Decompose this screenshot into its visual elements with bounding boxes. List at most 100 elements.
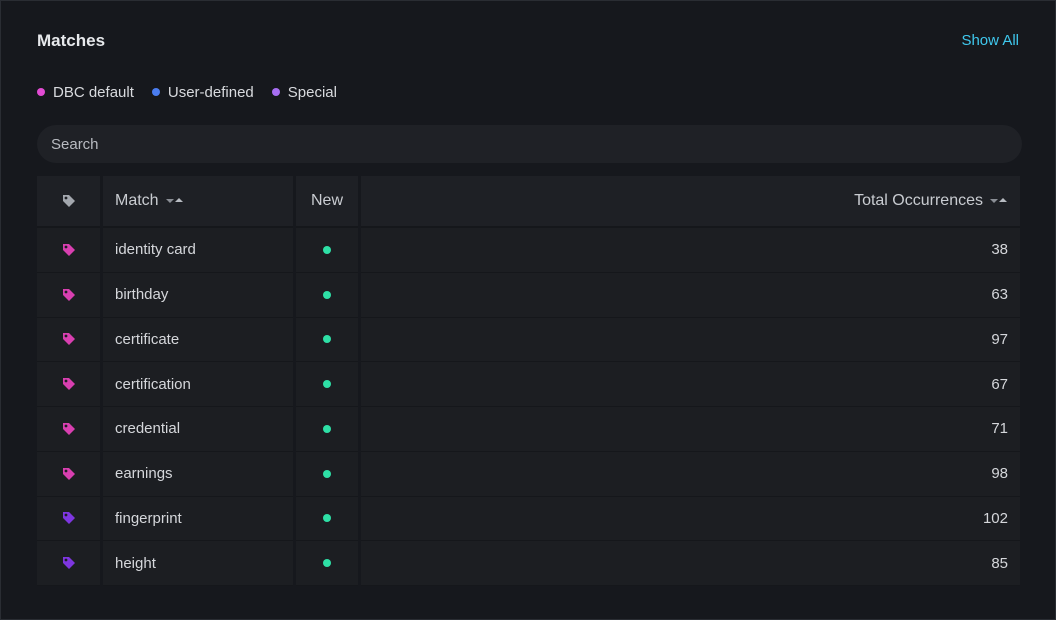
tag-cell: [37, 272, 100, 318]
new-status-dot-icon: [323, 424, 331, 433]
matches-panel: Matches Show All DBC default User-define…: [0, 0, 1056, 620]
total-occurrences-value: 98: [991, 465, 1008, 483]
new-header-label: New: [310, 192, 343, 209]
new-cell: [296, 451, 358, 497]
match-text: certificate: [115, 330, 180, 348]
panel-title: Matches: [37, 31, 106, 50]
search-input[interactable]: [37, 125, 1022, 163]
new-status-dot-icon: [323, 514, 331, 523]
match-text: certification: [115, 375, 191, 393]
tag-column-header: [37, 176, 100, 228]
new-status-dot-icon: [323, 245, 331, 254]
new-cell: [296, 541, 358, 586]
tag-icon: [62, 195, 75, 207]
table-row[interactable]: identity card 38: [37, 228, 1020, 273]
total-occurrences-cell: 102: [361, 496, 1020, 542]
match-cell: certification: [103, 362, 293, 407]
total-occurrences-cell: 97: [361, 317, 1020, 363]
tag-cell: [37, 541, 100, 586]
table-row[interactable]: birthday 63: [37, 272, 1020, 318]
total-occurrences-cell: 98: [361, 451, 1020, 497]
tag-cell: [37, 407, 100, 452]
legend-label: User-defined: [167, 83, 254, 101]
table-row[interactable]: earnings 98: [37, 451, 1020, 497]
tag-cell: [37, 228, 100, 273]
legend-item-special: Special: [271, 83, 337, 101]
match-cell: credential: [103, 407, 293, 452]
total-occurrences-value: 97: [991, 330, 1008, 348]
new-cell: [296, 496, 358, 542]
tag-icon: [62, 378, 75, 391]
table-row[interactable]: certificate 97: [37, 317, 1020, 363]
tag-icon: [62, 422, 75, 435]
new-cell: [296, 272, 358, 318]
tag-icon: [62, 333, 75, 346]
total-occurrences-value: 85: [991, 554, 1008, 572]
dbc-default-dot-icon: [37, 88, 45, 96]
total-occurrences-cell: 67: [361, 362, 1020, 407]
match-cell: identity card: [103, 228, 293, 273]
sort-icon[interactable]: [990, 196, 1008, 206]
sort-icon[interactable]: [165, 196, 184, 206]
total-occurrences-cell: 71: [361, 407, 1020, 452]
match-column-header[interactable]: Match: [103, 176, 293, 228]
tag-icon: [62, 512, 75, 525]
table-header-row: Match New Total Occurrences: [37, 176, 1020, 228]
match-text: birthday: [115, 286, 169, 304]
legend: DBC default User-defined Special: [37, 83, 355, 101]
user-defined-dot-icon: [151, 88, 160, 96]
match-cell: birthday: [103, 272, 293, 318]
tag-icon: [62, 557, 75, 570]
new-status-dot-icon: [323, 290, 331, 299]
total-occurrences-value: 102: [982, 509, 1008, 527]
tag-cell: [37, 362, 100, 407]
total-header-label: Total Occurrences: [854, 192, 983, 209]
special-dot-icon: [271, 88, 280, 96]
total-occurrences-value: 63: [991, 286, 1008, 304]
table-row[interactable]: height 85: [37, 541, 1020, 586]
match-cell: certificate: [103, 317, 293, 363]
new-status-dot-icon: [323, 469, 331, 478]
table-body: identity card 38 birthday 63 certificate…: [37, 228, 1020, 586]
table-row[interactable]: certification 67: [37, 362, 1020, 407]
total-occurrences-value: 38: [991, 241, 1008, 259]
legend-label: DBC default: [53, 83, 134, 101]
match-text: earnings: [115, 465, 173, 483]
tag-icon: [62, 467, 75, 480]
match-text: credential: [115, 420, 181, 438]
total-occurrences-column-header[interactable]: Total Occurrences: [361, 176, 1020, 228]
total-occurrences-value: 71: [991, 420, 1008, 438]
new-cell: [296, 228, 358, 273]
new-cell: [296, 407, 358, 452]
tag-cell: [37, 496, 100, 542]
match-text: height: [115, 554, 156, 572]
match-text: identity card: [115, 241, 196, 259]
legend-item-user-defined: User-defined: [151, 83, 254, 101]
new-status-dot-icon: [323, 335, 331, 344]
new-cell: [296, 317, 358, 363]
legend-item-dbc-default: DBC default: [37, 84, 134, 101]
total-occurrences-cell: 63: [361, 272, 1020, 318]
tag-cell: [37, 317, 100, 363]
tag-icon: [62, 288, 75, 301]
new-cell: [296, 362, 358, 407]
total-occurrences-cell: 38: [361, 228, 1020, 273]
match-cell: fingerprint: [103, 496, 293, 542]
matches-table: Match New Total Occurrences identity car…: [37, 176, 1020, 586]
table-row[interactable]: fingerprint 102: [37, 496, 1020, 542]
match-text: fingerprint: [115, 509, 182, 527]
tag-cell: [37, 451, 100, 497]
total-occurrences-cell: 85: [361, 541, 1020, 586]
new-status-dot-icon: [323, 380, 331, 389]
tag-icon: [62, 243, 75, 256]
match-header-label: Match: [115, 192, 159, 209]
total-occurrences-value: 67: [991, 375, 1008, 393]
panel-header: Matches Show All: [37, 31, 1019, 53]
new-column-header: New: [296, 176, 358, 228]
legend-label: Special: [287, 83, 337, 101]
match-cell: height: [103, 541, 293, 586]
match-cell: earnings: [103, 451, 293, 497]
show-all-link[interactable]: Show All: [961, 32, 1019, 49]
table-row[interactable]: credential 71: [37, 407, 1020, 452]
new-status-dot-icon: [323, 559, 331, 568]
